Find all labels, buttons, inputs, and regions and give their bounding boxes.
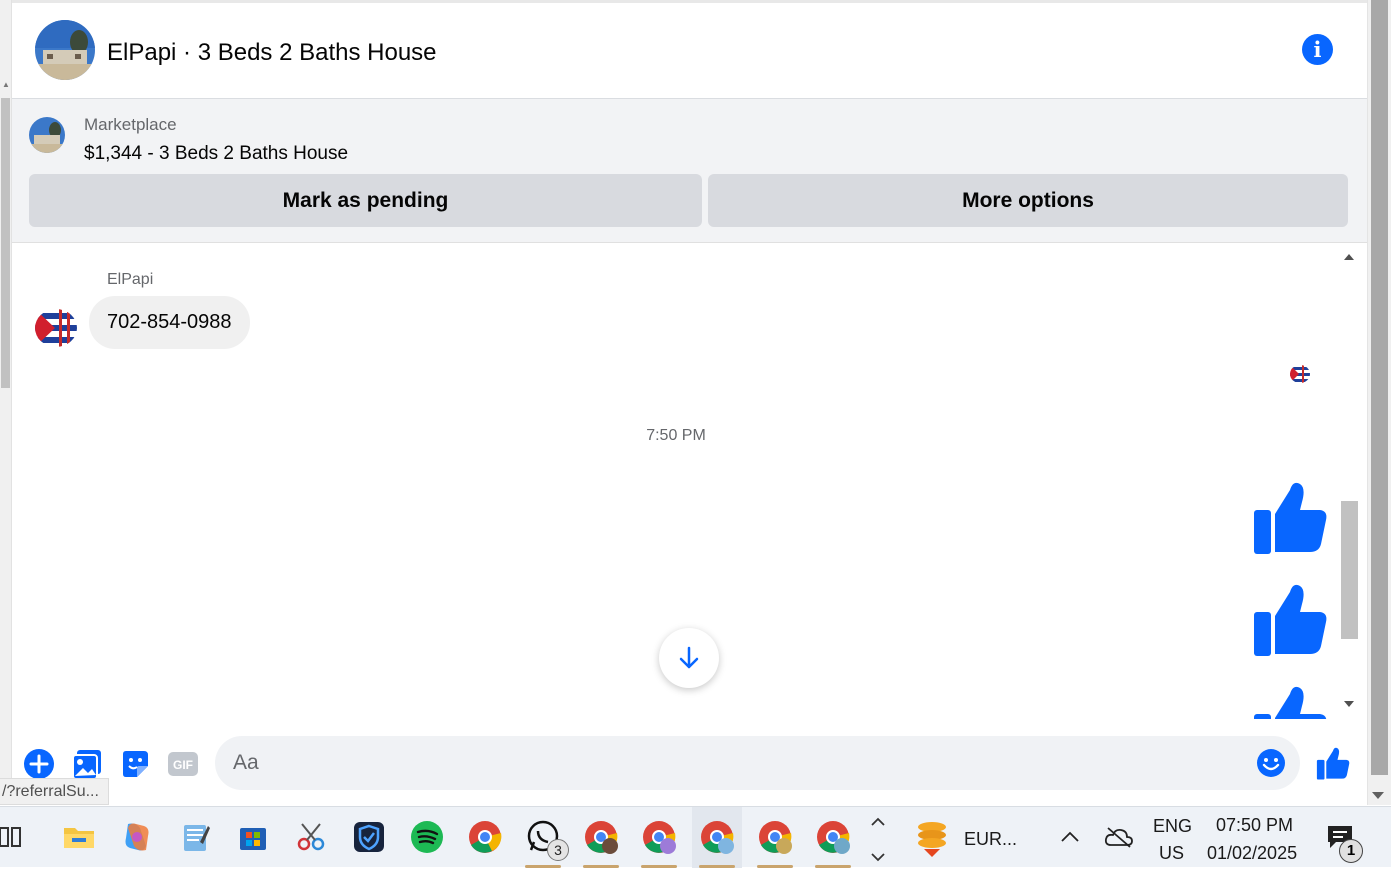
notepad-button[interactable] [170,807,220,868]
messages-scroll-thumb[interactable] [1341,501,1358,639]
copilot-icon [125,823,149,851]
listing-thumbnail[interactable] [29,117,65,153]
info-icon[interactable]: i [1302,34,1333,65]
sender-avatar[interactable] [35,309,77,347]
sender-name: ElPapi [107,271,154,288]
microsoft-store-button[interactable] [228,807,278,868]
sent-like-1[interactable] [1252,480,1328,554]
chrome-profile-icon [759,821,792,854]
mark-as-pending-button[interactable]: Mark as pending [29,174,702,227]
emoji-icon[interactable] [1256,748,1286,778]
snipping-tool-icon [297,823,325,851]
coins-icon [918,822,946,857]
notification-count-badge: 1 [1339,839,1363,863]
whatsapp-badge: 3 [547,839,569,861]
task-view-icon [0,827,21,847]
chrome-profile-icon [817,821,850,854]
chevron-up-icon[interactable] [866,811,890,831]
copilot-button[interactable] [112,807,162,868]
add-icon[interactable] [23,748,55,780]
chrome-button[interactable] [460,807,510,868]
left-window-edge: ▲ [0,0,12,800]
taskbar-overflow-scroller[interactable] [866,811,890,865]
show-hidden-icons-button[interactable] [1058,825,1082,849]
gif-icon[interactable]: GIF [167,748,199,780]
chrome-profile-icon [643,821,676,854]
vpn-app-button[interactable] [344,807,394,868]
whatsapp-button[interactable]: 3 [518,807,569,868]
more-options-button[interactable]: More options [708,174,1348,227]
shield-icon [354,822,384,852]
marketplace-listing-bar: Marketplace $1,344 - 3 Beds 2 Baths Hous… [12,99,1367,243]
language-indicator-top[interactable]: ENG [1153,816,1192,837]
left-scrollbar-thumb[interactable] [1,98,10,388]
arrow-down-icon [679,646,699,669]
sticker-icon[interactable] [119,748,151,780]
cloud-offline-icon [1104,827,1133,848]
chat-panel: ElPapi · 3 Beds 2 Baths House i Marketpl… [12,0,1367,805]
spotify-icon [411,821,443,853]
messages-scrollbar[interactable] [1340,244,1358,719]
chrome-profile-icon [701,821,734,854]
language-indicator-bottom[interactable]: US [1159,843,1184,864]
message-input[interactable] [233,736,1233,790]
store-icon [240,828,266,850]
gif-label: GIF [173,758,193,772]
listing-price-title[interactable]: $1,344 - 3 Beds 2 Baths House [84,143,348,165]
read-receipt-avatar [1290,365,1310,383]
browser-scroll-down-arrow[interactable] [1372,792,1384,799]
windows-taskbar: 3 EUR... ENG US 07:50 PM 01/02/2025 [0,806,1391,868]
messages-scroll-down-arrow[interactable] [1344,701,1354,707]
chevron-up-icon [1061,831,1079,842]
chat-header: ElPapi · 3 Beds 2 Baths House i [12,3,1367,99]
chrome-profile-3-button[interactable] [692,807,742,868]
left-scroll-up-arrow[interactable]: ▲ [0,80,12,92]
chrome-profile-2-button[interactable] [634,807,684,868]
messages-scroll-up-arrow[interactable] [1344,254,1354,260]
folder-icon [64,828,94,848]
scroll-to-bottom-button[interactable] [659,628,719,688]
tray-app-label: EUR... [964,829,1018,849]
sent-like-3[interactable] [1252,684,1328,719]
snipping-tool-button[interactable] [286,807,336,868]
task-view-button[interactable] [0,807,38,868]
message-composer: GIF [12,720,1367,805]
status-url-tooltip: /?referralSu... [0,778,109,805]
message-list: ElPapi 702-854-0988 7:50 PM [12,244,1367,719]
message-timestamp: 7:50 PM [646,427,706,444]
message-input-container[interactable] [215,736,1300,790]
listing-avatar[interactable] [35,20,95,80]
marketplace-label: Marketplace [84,115,177,134]
chrome-profile-icon [585,821,618,854]
browser-scrollbar[interactable] [1367,0,1391,805]
clock-time[interactable]: 07:50 PM [1216,815,1293,836]
chrome-profile-5-button[interactable] [808,807,858,868]
sent-like-2[interactable] [1252,582,1328,656]
chrome-profile-1-button[interactable] [576,807,626,868]
like-icon[interactable] [1316,746,1350,780]
notepad-icon [184,825,210,851]
file-explorer-button[interactable] [54,807,104,868]
incoming-message-bubble[interactable]: 702-854-0988 [89,296,250,349]
chevron-down-icon[interactable] [866,848,890,868]
chrome-profile-4-button[interactable] [750,807,800,868]
chrome-icon [469,821,502,853]
chat-title: ElPapi · 3 Beds 2 Baths House [107,39,437,66]
browser-scroll-thumb[interactable] [1371,0,1388,775]
spotify-button[interactable] [402,807,452,868]
onedrive-button[interactable] [1104,825,1134,849]
clock-date[interactable]: 01/02/2025 [1207,843,1297,864]
photo-icon[interactable] [71,748,103,780]
tray-app-widget[interactable]: EUR... [912,817,1042,861]
